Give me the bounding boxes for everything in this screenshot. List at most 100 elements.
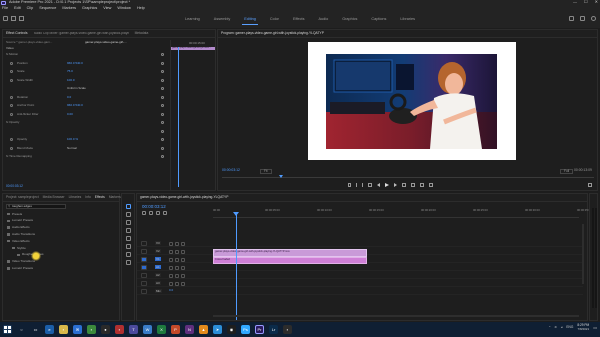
explorer-icon[interactable]: ▪	[59, 325, 68, 334]
store-icon[interactable]: ▪	[87, 325, 96, 334]
menu-view[interactable]: View	[103, 6, 111, 11]
teams-icon[interactable]: T	[129, 325, 138, 334]
menu-sequence[interactable]: Sequence	[39, 6, 56, 11]
lock-track-icon[interactable]	[181, 241, 185, 246]
ripple-edit-tool-icon[interactable]	[125, 220, 131, 225]
step-forward-icon[interactable]	[394, 183, 397, 187]
mute-track-icon[interactable]	[169, 265, 173, 270]
tab-audio-clip-mixer[interactable]: Audio Clip Mixer: gamer-plays-video-game…	[34, 32, 129, 35]
track-name[interactable]: A2	[155, 273, 161, 277]
go-to-out-icon[interactable]	[402, 183, 406, 187]
telegram-icon[interactable]: ➤	[213, 325, 222, 334]
voice-over-icon[interactable]	[181, 265, 185, 270]
clock[interactable]: 8:29 PM 7/8/2021	[577, 323, 589, 331]
effects-tree-item[interactable]: Audio Effects	[3, 225, 121, 231]
mail-icon[interactable]: ✉	[73, 325, 82, 334]
timeline-scrollbar[interactable]	[582, 224, 584, 284]
tab-project[interactable]: Project: sampleproject	[6, 195, 39, 199]
voice-over-icon[interactable]	[181, 273, 185, 278]
mini-timeline-playhead[interactable]	[178, 47, 179, 187]
reset-parameter-icon[interactable]	[161, 146, 164, 150]
solo-track-icon[interactable]	[175, 281, 179, 286]
reset-parameter-icon[interactable]	[161, 138, 164, 142]
tab-info[interactable]: Info	[85, 195, 91, 199]
app-dark-icon[interactable]: ▪	[283, 325, 292, 334]
effect-controls-timecode[interactable]: 00:00:03:12	[6, 184, 23, 188]
effect-property-value[interactable]: 0.0	[67, 95, 71, 99]
timeline-settings-icon[interactable]	[163, 211, 167, 215]
razor-tool-icon[interactable]	[125, 228, 131, 233]
track-name[interactable]: A3	[155, 281, 161, 285]
reset-parameter-icon[interactable]	[161, 112, 164, 116]
keyframe-toggle-icon[interactable]	[10, 95, 13, 99]
mark-in-icon[interactable]	[356, 183, 357, 187]
mark-out-icon[interactable]	[362, 183, 363, 187]
effect-property-value[interactable]: 100.0 %	[67, 138, 78, 141]
overwrite-icon[interactable]	[420, 183, 424, 187]
effect-property-value[interactable]: 960.0 540.0	[67, 104, 83, 107]
notifications-icon[interactable]: ▭	[593, 325, 597, 330]
effects-tree-item[interactable]: Stylize	[3, 245, 121, 251]
minimize-button[interactable]: —	[573, 0, 577, 4]
effect-property-row[interactable]: fx Time Remapping	[3, 154, 168, 160]
keyframe-toggle-icon[interactable]	[10, 146, 13, 150]
effect-property-value[interactable]: Uniform Scale	[67, 87, 86, 90]
effect-property-row[interactable]: Anti-flicker Filter 0.00	[3, 112, 168, 118]
track-header[interactable]: V3	[137, 240, 583, 247]
excel-icon[interactable]: X	[157, 325, 166, 334]
reset-parameter-icon[interactable]	[161, 104, 164, 108]
insert-icon[interactable]	[411, 183, 415, 187]
tab-program-monitor[interactable]: Program: gamer-plays-video-game-girl-wit…	[221, 31, 324, 35]
hand-tool-icon[interactable]	[125, 252, 131, 257]
powerpoint-icon[interactable]: P	[171, 325, 180, 334]
reset-parameter-icon[interactable]	[161, 129, 164, 133]
effect-property-row[interactable]: fx Opacity	[3, 120, 168, 126]
workspace-captions[interactable]: Captions	[364, 17, 393, 22]
volume-icon[interactable]: ◂	[561, 326, 563, 329]
effects-tree-item[interactable]: Video Transitions	[3, 259, 121, 265]
reset-parameter-icon[interactable]	[161, 121, 164, 125]
keyframe-toggle-icon[interactable]	[10, 61, 13, 65]
track-header[interactable]: A1	[137, 264, 583, 271]
reset-parameter-icon[interactable]	[161, 95, 164, 99]
effects-tree-item[interactable]: Presets	[3, 211, 121, 217]
search-taskbar-icon[interactable]: ○	[17, 325, 26, 334]
source-clip-label[interactable]: Source * gamer-plays-video-gam...	[6, 41, 52, 44]
effects-tree-item[interactable]: Lumetri Presets	[3, 265, 121, 271]
effect-property-row[interactable]: Uniform Scale	[3, 86, 168, 92]
effects-search-field[interactable]: ⚲ toughen edges	[6, 204, 66, 209]
task-view-icon[interactable]: ▭	[31, 325, 40, 334]
effects-tree-item[interactable]: Roughen Edges	[3, 252, 121, 258]
workspace-editing[interactable]: Editing	[237, 17, 263, 25]
menu-window[interactable]: Window	[117, 6, 131, 11]
solo-track-icon[interactable]	[175, 273, 179, 278]
snap-icon[interactable]	[142, 211, 146, 215]
sync-lock-icon[interactable]	[169, 257, 173, 262]
lock-track-icon[interactable]	[181, 249, 185, 254]
tab-media-browser[interactable]: Media Browser	[43, 195, 65, 199]
word-icon[interactable]: W	[143, 325, 152, 334]
track-header[interactable]: A2	[137, 272, 583, 279]
time-ruler[interactable]: 00:00 00:00:05:00 00:00:10:00 00:00:15:00 00…	[213, 208, 592, 218]
wifi-icon[interactable]: ≋	[554, 326, 557, 329]
mute-track-icon[interactable]	[169, 273, 173, 278]
effect-property-value[interactable]: 960.0 540.0	[67, 61, 83, 65]
toggle-output-icon[interactable]	[175, 257, 179, 262]
track-target-toggle[interactable]	[141, 289, 147, 294]
tab-markers[interactable]: Markers	[109, 195, 121, 199]
lock-track-icon[interactable]	[181, 257, 185, 262]
effect-property-row[interactable]: Position 960.0 540.0	[3, 61, 168, 67]
effects-tree-item[interactable]: Lumetri Presets	[3, 218, 121, 224]
menu-graphics[interactable]: Graphics	[82, 6, 97, 11]
edge-icon[interactable]: e	[45, 325, 54, 334]
add-marker-tl-icon[interactable]	[156, 211, 160, 215]
keyframe-toggle-icon[interactable]	[10, 70, 13, 74]
track-target-toggle[interactable]	[141, 273, 147, 278]
sync-lock-icon[interactable]	[169, 241, 173, 246]
program-canvas[interactable]	[308, 42, 516, 160]
effects-tree-item[interactable]: Audio Transitions	[3, 231, 121, 237]
mix-value[interactable]: 0.0	[169, 289, 173, 292]
zoom-select[interactable]: Fit	[260, 169, 272, 175]
track-target-toggle[interactable]	[141, 241, 147, 246]
track-target-toggle[interactable]	[141, 281, 147, 286]
